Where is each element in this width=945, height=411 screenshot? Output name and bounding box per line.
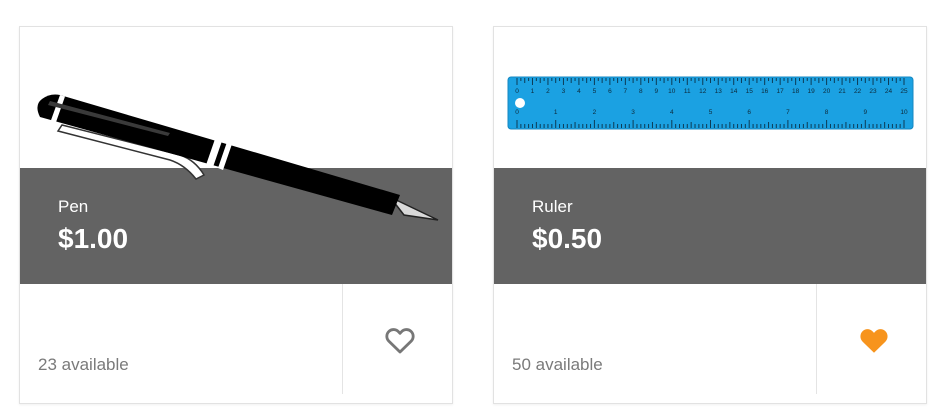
ruler-label: 1: [554, 109, 558, 116]
ruler-label: 3: [562, 88, 566, 95]
ruler-label: 5: [709, 109, 713, 116]
ruler-label: 18: [792, 88, 800, 95]
ruler-label: 10: [668, 88, 676, 95]
ruler-label: 2: [593, 109, 597, 116]
product-card-pen[interactable]: Pen $1.00 23 available: [19, 26, 453, 404]
ruler-label: 4: [577, 88, 581, 95]
divider: [816, 284, 817, 394]
ruler-label: 3: [631, 109, 635, 116]
ruler-label: 10: [900, 109, 908, 116]
ruler-label: 9: [863, 109, 867, 116]
ruler-label: 24: [885, 88, 893, 95]
ruler-label: 14: [730, 88, 738, 95]
ruler-label: 0: [515, 88, 519, 95]
product-footer: 50 available: [494, 284, 926, 404]
product-card-ruler[interactable]: 0 1 2 3 4 5 6 7 8 9 10 11 12 13 14 15 16 17 18 19 20 21 22 23 24…: [493, 26, 927, 404]
favorite-button[interactable]: [857, 323, 891, 357]
ruler-label: 11: [684, 88, 691, 95]
ruler-label: 1: [531, 88, 535, 95]
ruler-label: 7: [786, 109, 790, 116]
ruler-label: 6: [747, 109, 751, 116]
ruler-label: 22: [854, 88, 862, 95]
ruler-label: 23: [869, 88, 877, 95]
ruler-label: 15: [746, 88, 754, 95]
ruler-label: 8: [639, 88, 643, 95]
ruler-label: 7: [624, 88, 628, 95]
heart-filled-icon: [860, 329, 888, 353]
ruler-label: 19: [808, 88, 816, 95]
ruler-image: 0 1 2 3 4 5 6 7 8 9 10 11 12 13 14 15 16 17 18 19 20 21 22 23 24…: [507, 76, 914, 130]
ruler-label: 12: [699, 88, 707, 95]
ruler-label: 21: [838, 88, 846, 95]
ruler-label: 25: [900, 88, 908, 95]
ruler-label: 6: [608, 88, 612, 95]
availability-text: 23 available: [38, 355, 129, 374]
ruler-label: 0: [515, 109, 519, 116]
ruler-label: 13: [715, 88, 723, 95]
ruler-label: 20: [823, 88, 831, 95]
ruler-label: 4: [670, 109, 674, 116]
product-name: Ruler: [532, 197, 573, 216]
ruler-label: 16: [761, 88, 769, 95]
availability-text: 50 available: [512, 355, 603, 374]
product-name: Pen: [58, 197, 89, 216]
ruler-label: 2: [546, 88, 550, 95]
ruler-label: 17: [777, 88, 785, 95]
heart-outline-icon: [385, 328, 415, 354]
product-price: $0.50: [532, 223, 603, 254]
divider: [342, 284, 343, 394]
ruler-label: 8: [825, 109, 829, 116]
favorite-button[interactable]: [383, 323, 417, 357]
ruler-label: 5: [593, 88, 597, 95]
ruler-label: 9: [655, 88, 659, 95]
product-price: $1.00: [58, 223, 129, 254]
product-footer: 23 available: [20, 284, 452, 404]
